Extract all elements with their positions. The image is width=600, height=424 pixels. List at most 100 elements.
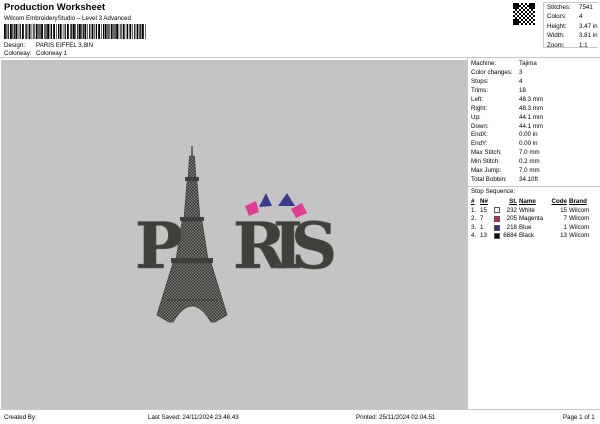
- page-title: Production Worksheet: [4, 2, 106, 13]
- info-label: Machine:: [471, 60, 497, 68]
- info-label: Up:: [471, 113, 481, 121]
- info-label: EndX:: [471, 131, 488, 139]
- info-panel: Machine: Tajima Color changes: 3 Stops: 4 Trim…: [467, 58, 600, 409]
- info-value: 18: [519, 87, 526, 95]
- col-name: Name: [519, 197, 536, 205]
- info-value: 34.10ft: [519, 175, 538, 183]
- info-value: 48.3 mm: [519, 95, 544, 103]
- info-value: 4: [519, 78, 523, 86]
- swatch-icon: [494, 233, 500, 240]
- machine-info: Machine: Tajima Color changes: 3 Stops: 4 Trim…: [468, 58, 600, 184]
- color-swatch: [494, 206, 503, 215]
- info-value: 0.00 in: [519, 140, 538, 148]
- info-value: 0.2 mm: [519, 158, 540, 166]
- worksheet-header: Production Worksheet Wilcom EmbroiderySt…: [0, 0, 600, 58]
- stitch-count: 205: [506, 215, 517, 223]
- table-row: 3. 1 218 Blue 1 Wilcom: [471, 224, 599, 233]
- worksheet-footer: Created By: Last Saved: 24/11/2024 23.48…: [0, 409, 600, 424]
- swatch-icon: [494, 224, 500, 231]
- stop-index: 2.: [471, 215, 477, 223]
- printed-date: Printed: 25/11/2024 02.04.51: [356, 414, 436, 421]
- thread-name: White: [519, 206, 535, 214]
- info-label: Max Jump:: [471, 167, 502, 175]
- col-index: #: [471, 197, 475, 205]
- info-row: Machine: Tajima: [471, 60, 600, 69]
- col-swatch: [494, 197, 503, 206]
- table-row: 1. 15 232 White 15 Wilcom: [471, 206, 599, 215]
- info-value: 7.0 mm: [519, 167, 540, 175]
- color-swatch: [494, 224, 503, 233]
- stop-index: 3.: [471, 223, 477, 231]
- thread-name: Magenta: [519, 215, 544, 223]
- table-header-row: # N# St. Name Code Brand: [471, 197, 599, 206]
- stat-width: Width: 3.81 in: [547, 32, 598, 40]
- thread-brand: Wilcom: [569, 206, 590, 214]
- info-value: 3: [519, 69, 523, 77]
- stat-stitches: Stitches: 7541: [547, 3, 593, 11]
- colorway-value: Colorway 1: [36, 50, 67, 57]
- info-value: 7.0 mm: [519, 149, 540, 157]
- info-label: Trims:: [471, 87, 488, 95]
- thread-code: 15: [560, 206, 567, 214]
- col-code: Code: [551, 197, 567, 205]
- info-label: Total Bobbin:: [471, 175, 507, 183]
- color-swatch: [494, 215, 503, 224]
- stitch-count: 6884: [503, 232, 517, 240]
- info-label: Left:: [471, 95, 484, 103]
- thread-code: 7: [563, 215, 567, 223]
- stop-index: 4.: [471, 232, 477, 240]
- embroidery-design: P RIS: [135, 146, 338, 323]
- info-row: Min Stitch: 0.2 mm: [471, 158, 600, 167]
- thread-name: Blue: [519, 223, 532, 231]
- info-row: Up: 44.1 mm: [471, 113, 600, 122]
- info-row: Color changes: 3: [471, 69, 600, 78]
- table-row: 4. 13 6884 Black 13 Wilcom: [471, 232, 599, 241]
- info-label: Min Stitch:: [471, 158, 500, 166]
- col-stitches: St.: [509, 197, 517, 205]
- color-swatch: [494, 232, 503, 241]
- stat-colors: Colors: 4: [547, 13, 583, 21]
- needle-number: 1: [480, 223, 484, 231]
- stop-sequence-title: Stop Sequence:: [471, 188, 516, 196]
- thread-name: Black: [519, 232, 535, 240]
- stat-height: Height: 3.47 in: [547, 22, 598, 30]
- info-label: Down:: [471, 122, 489, 130]
- qr-code-icon: [513, 3, 535, 25]
- last-saved: Last Saved: 24/11/2024 23.48.43: [148, 414, 239, 421]
- info-value: 0.00 in: [519, 131, 538, 139]
- stat-zoom: Zoom: 1:1: [547, 42, 588, 50]
- thread-brand: Wilcom: [569, 232, 590, 240]
- thread-brand: Wilcom: [569, 215, 590, 223]
- letter: S: [291, 209, 337, 284]
- info-row: EndY: 0.00 in: [471, 140, 600, 149]
- design-value: PARIS EIFFEL 3,8IN: [36, 42, 94, 49]
- design-label: Design:: [4, 42, 25, 49]
- created-by: Created By:: [4, 414, 37, 421]
- stop-sequence-table: # N# St. Name Code Brand 1. 15 232 White 15 W…: [471, 197, 599, 240]
- swatch-icon: [494, 215, 500, 222]
- design-stats: Stitches: 7541 Colors: 4 Height: 3.47 in Wi…: [543, 2, 598, 50]
- colorway-label: Colorway:: [4, 50, 32, 57]
- worksheet: Production Worksheet Wilcom EmbroiderySt…: [0, 0, 600, 424]
- needle-number: 15: [480, 206, 487, 214]
- info-row: Down: 44.1 mm: [471, 122, 600, 131]
- info-row: Stops: 4: [471, 78, 600, 87]
- design-row: Design: PARIS EIFFEL 3,8IN: [4, 42, 94, 49]
- info-value: Tajima: [519, 60, 537, 68]
- page-number: Page 1 of 1: [563, 414, 595, 421]
- info-label: EndY:: [471, 140, 488, 148]
- paris-text: P RIS: [135, 209, 338, 285]
- table-row: 2. 7 205 Magenta 7 Wilcom: [471, 215, 599, 224]
- needle-number: 13: [480, 232, 487, 240]
- needle-number: 7: [480, 215, 484, 223]
- swatch-icon: [494, 207, 500, 214]
- stop-index: 1.: [471, 206, 477, 214]
- info-label: Color changes:: [471, 69, 513, 77]
- col-brand: Brand: [569, 197, 587, 205]
- software-subtitle: Wilcom EmbroideryStudio – Level 3 Advanc…: [4, 15, 131, 22]
- stitch-count: 218: [506, 223, 517, 231]
- info-value: 44.1 mm: [519, 122, 544, 130]
- stitch-count: 232: [506, 206, 517, 214]
- design-preview: PRIS: [1, 60, 467, 409]
- info-row: Trims: 18: [471, 87, 600, 96]
